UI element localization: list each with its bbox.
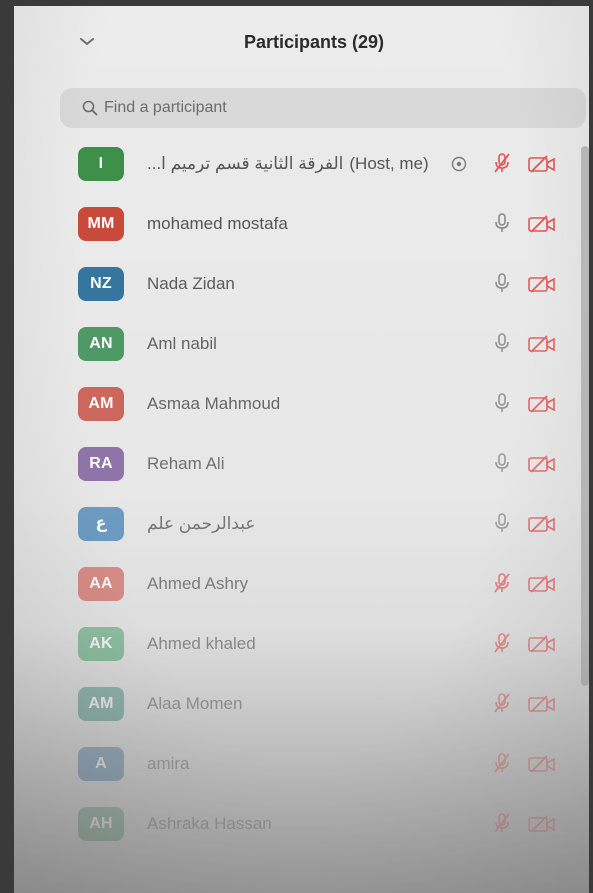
participant-row[interactable]: AM Asmaa Mahmoud — [14, 374, 589, 434]
participant-name: amira — [147, 754, 190, 774]
mic-muted-icon[interactable] — [492, 632, 512, 654]
page-title: Participants (29) — [243, 32, 385, 52]
avatar: AM — [78, 687, 124, 721]
search-bar[interactable] — [60, 88, 586, 128]
avatar: MM — [78, 207, 124, 241]
video-off-icon[interactable] — [527, 334, 557, 354]
participant-name-text: Nada Zidan — [147, 274, 235, 293]
avatar: ع — [78, 507, 124, 541]
participant-name: mohamed mostafa — [147, 214, 288, 234]
participant-name-text: Alaa Momen — [147, 694, 243, 713]
video-off-icon[interactable] — [527, 274, 557, 294]
video-off-icon[interactable] — [527, 754, 557, 774]
mic-muted-icon[interactable] — [492, 152, 512, 174]
video-off-icon[interactable] — [527, 394, 557, 414]
participant-name: Aml nabil — [147, 334, 217, 354]
host-badge-icon — [451, 156, 467, 172]
video-off-icon[interactable] — [527, 694, 557, 714]
participant-name-text: Asmaa Mahmoud — [147, 394, 281, 413]
video-off-icon[interactable] — [527, 214, 557, 234]
participant-name-text: Ahmed Ashry — [147, 574, 249, 593]
participant-row[interactable]: MM mohamed mostafa — [14, 194, 589, 254]
avatar: AM — [78, 387, 124, 421]
mic-icon[interactable] — [492, 392, 512, 414]
mic-muted-icon[interactable] — [492, 692, 512, 714]
avatar: NZ — [78, 267, 124, 301]
participant-name: Ahmed khaled — [147, 634, 256, 654]
scrollbar[interactable] — [581, 146, 589, 686]
avatar: AK — [78, 627, 124, 661]
participant-name-text: Ahmed khaled — [147, 634, 256, 653]
video-off-icon[interactable] — [527, 454, 557, 474]
mic-muted-icon[interactable] — [492, 572, 512, 594]
participant-row[interactable]: AN Aml nabil — [14, 314, 589, 374]
participant-row[interactable]: I ...الفرقة الثانية قسم ترميم ا (Host, me) — [14, 134, 589, 194]
avatar: AA — [78, 567, 124, 601]
avatar: I — [78, 147, 124, 181]
video-off-icon[interactable] — [527, 814, 557, 834]
participant-name-text: Ashraka Hassan — [147, 814, 272, 833]
participant-name-text: amira — [147, 754, 190, 773]
search-icon — [82, 100, 98, 116]
participant-row[interactable]: AH Ashraka Hassan — [14, 794, 589, 854]
participant-name-text: Aml nabil — [147, 334, 217, 353]
mic-icon[interactable] — [492, 452, 512, 474]
mic-icon[interactable] — [492, 512, 512, 534]
mic-icon[interactable] — [492, 332, 512, 354]
participant-name-text: Reham Ali — [147, 454, 225, 473]
video-off-icon[interactable] — [527, 634, 557, 654]
mic-icon[interactable] — [492, 212, 512, 234]
participant-name: Alaa Momen — [147, 694, 242, 714]
panel-header: Participants (29) — [14, 6, 589, 80]
participant-name: Reham Ali — [147, 454, 224, 474]
avatar: AH — [78, 807, 124, 841]
participant-row[interactable]: RA Reham Ali — [14, 434, 589, 494]
participant-name-text: عبدالرحمن علم — [147, 514, 256, 533]
participant-name: Ashraka Hassan — [147, 814, 272, 834]
participant-name: عبدالرحمن علم — [147, 514, 256, 534]
participant-row[interactable]: AM Alaa Momen — [14, 674, 589, 734]
search-input[interactable] — [104, 88, 564, 128]
avatar: A — [78, 747, 124, 781]
participant-row[interactable]: AA Ahmed Ashry — [14, 554, 589, 614]
video-off-icon[interactable] — [527, 154, 557, 174]
participant-name: Nada Zidan — [147, 274, 235, 294]
participant-name: Asmaa Mahmoud — [147, 394, 280, 414]
participant-row[interactable]: ع عبدالرحمن علم — [14, 494, 589, 554]
mic-muted-icon[interactable] — [492, 752, 512, 774]
participant-row[interactable]: AK Ahmed khaled — [14, 614, 589, 674]
participant-name-text: mohamed mostafa — [147, 214, 288, 233]
mic-icon[interactable] — [492, 272, 512, 294]
video-off-icon[interactable] — [527, 514, 557, 534]
mic-muted-icon[interactable] — [492, 812, 512, 834]
participant-row[interactable]: Aamira — [14, 734, 589, 794]
participant-name-text: ...الفرقة الثانية قسم ترميم ا — [147, 154, 344, 173]
avatar: RA — [78, 447, 124, 481]
avatar: AN — [78, 327, 124, 361]
participant-role: (Host, me) — [349, 154, 429, 173]
video-off-icon[interactable] — [527, 574, 557, 594]
participant-name: ...الفرقة الثانية قسم ترميم ا (Host, me) — [147, 154, 429, 174]
participant-row[interactable]: NZ Nada Zidan — [14, 254, 589, 314]
participant-name: Ahmed Ashry — [147, 574, 248, 594]
participants-panel: Participants (29) I ...الفرقة الثانية قسم… — [14, 6, 589, 893]
